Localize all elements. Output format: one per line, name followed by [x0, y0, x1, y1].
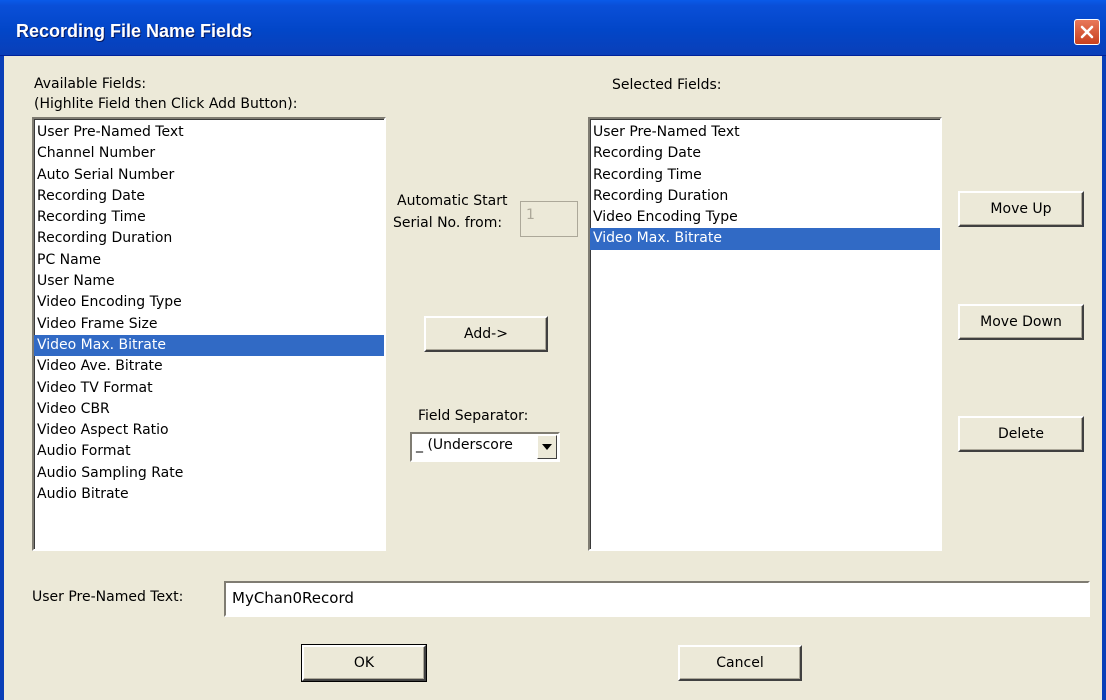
prenamed-text-label: User Pre-Named Text:: [32, 589, 184, 605]
window-frame-right: [1102, 56, 1106, 700]
list-item[interactable]: Audio Sampling Rate: [34, 463, 384, 484]
prenamed-text-input[interactable]: MyChan0Record: [224, 581, 1090, 617]
list-item[interactable]: Video Aspect Ratio: [34, 420, 384, 441]
selected-fields-label: Selected Fields:: [612, 77, 722, 93]
list-item[interactable]: User Pre-Named Text: [590, 122, 940, 143]
list-item[interactable]: Audio Bitrate: [34, 484, 384, 505]
list-item[interactable]: Recording Date: [590, 143, 940, 164]
list-item[interactable]: Video Encoding Type: [34, 292, 384, 313]
available-fields-list[interactable]: User Pre-Named Text Channel Number Auto Se…: [32, 117, 386, 551]
title-bar: Recording File Name Fields: [0, 0, 1106, 56]
list-item[interactable]: Video Max. Bitrate: [34, 334, 384, 357]
window-frame-left: [0, 56, 4, 700]
add-button-label: Add->: [464, 326, 508, 342]
ok-button[interactable]: OK: [301, 644, 427, 682]
field-separator-label: Field Separator:: [418, 408, 529, 424]
cancel-label: Cancel: [716, 655, 764, 671]
ok-label: OK: [353, 655, 375, 671]
list-item[interactable]: Auto Serial Number: [34, 165, 384, 186]
list-item[interactable]: Video CBR: [34, 399, 384, 420]
cancel-button[interactable]: Cancel: [678, 645, 802, 681]
list-item[interactable]: Recording Time: [34, 207, 384, 228]
list-item[interactable]: Recording Duration: [34, 228, 384, 249]
list-item[interactable]: User Pre-Named Text: [34, 122, 384, 143]
delete-button[interactable]: Delete: [958, 416, 1084, 452]
list-item[interactable]: Video Frame Size: [34, 314, 384, 335]
add-button[interactable]: Add->: [424, 316, 548, 352]
serial-from-label: Serial No. from:: [393, 215, 503, 231]
close-button[interactable]: [1074, 19, 1100, 45]
list-item[interactable]: Channel Number: [34, 143, 384, 164]
serial-start-input[interactable]: 1: [520, 201, 578, 237]
move-down-label: Move Down: [980, 314, 1062, 330]
move-down-button[interactable]: Move Down: [958, 304, 1084, 340]
field-separator-select[interactable]: _ (Underscore: [410, 432, 560, 462]
list-item[interactable]: Video Max. Bitrate: [590, 228, 940, 250]
available-fields-hint: (Highlite Field then Click Add Button):: [34, 96, 298, 112]
list-item[interactable]: Recording Date: [34, 186, 384, 207]
chevron-down-icon: [542, 444, 552, 450]
list-item[interactable]: User Name: [34, 271, 384, 292]
list-item[interactable]: Recording Duration: [590, 186, 940, 207]
window-title: Recording File Name Fields: [16, 21, 253, 41]
list-item[interactable]: Recording Time: [590, 165, 940, 186]
selected-fields-list[interactable]: User Pre-Named Text Recording Date Recordi…: [588, 117, 942, 551]
list-item[interactable]: Video Encoding Type: [590, 207, 940, 228]
move-up-button[interactable]: Move Up: [958, 191, 1084, 227]
field-separator-value: _ (Underscore: [416, 437, 513, 453]
available-fields-label: Available Fields:: [34, 76, 147, 92]
list-item[interactable]: Video Ave. Bitrate: [34, 356, 384, 377]
delete-label: Delete: [998, 426, 1044, 442]
move-up-label: Move Up: [990, 201, 1052, 217]
list-item[interactable]: Audio Format: [34, 441, 384, 462]
field-separator-dropdown-button[interactable]: [537, 435, 557, 459]
close-icon: [1080, 25, 1094, 39]
list-item[interactable]: Video TV Format: [34, 378, 384, 399]
list-item[interactable]: PC Name: [34, 250, 384, 271]
serial-start-label: Automatic Start: [397, 193, 508, 209]
